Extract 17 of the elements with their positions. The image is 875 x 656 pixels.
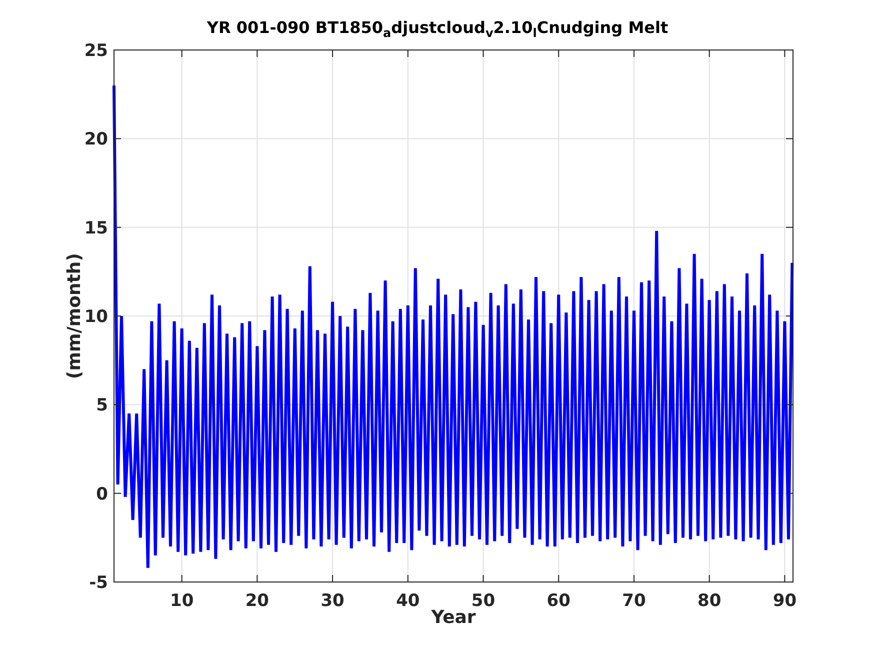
y-tick-label: -5 bbox=[89, 573, 108, 593]
x-tick-label: 60 bbox=[546, 591, 570, 611]
x-tick-label: 30 bbox=[320, 591, 344, 611]
x-tick-label: 90 bbox=[772, 591, 797, 611]
x-tick-label: 10 bbox=[170, 591, 194, 611]
y-tick-label: 5 bbox=[96, 396, 108, 416]
x-tick-label: 80 bbox=[698, 591, 722, 611]
y-tick-label: 25 bbox=[84, 41, 108, 61]
y-tick-label: 15 bbox=[84, 218, 108, 238]
y-tick-label: 0 bbox=[96, 484, 108, 504]
y-axis-label: (mm/month) bbox=[64, 253, 85, 379]
x-tick-label: 70 bbox=[622, 591, 646, 611]
x-tick-label: 40 bbox=[396, 591, 420, 611]
chart-title: YR 001-090 BT1850$_{a}$djustcloud$_{v}$2.10$_{l}$Cnudging Melt bbox=[206, 18, 668, 42]
y-tick-label: 10 bbox=[84, 307, 108, 327]
y-tick-label: 20 bbox=[84, 130, 108, 150]
x-tick-label: 20 bbox=[245, 591, 270, 611]
